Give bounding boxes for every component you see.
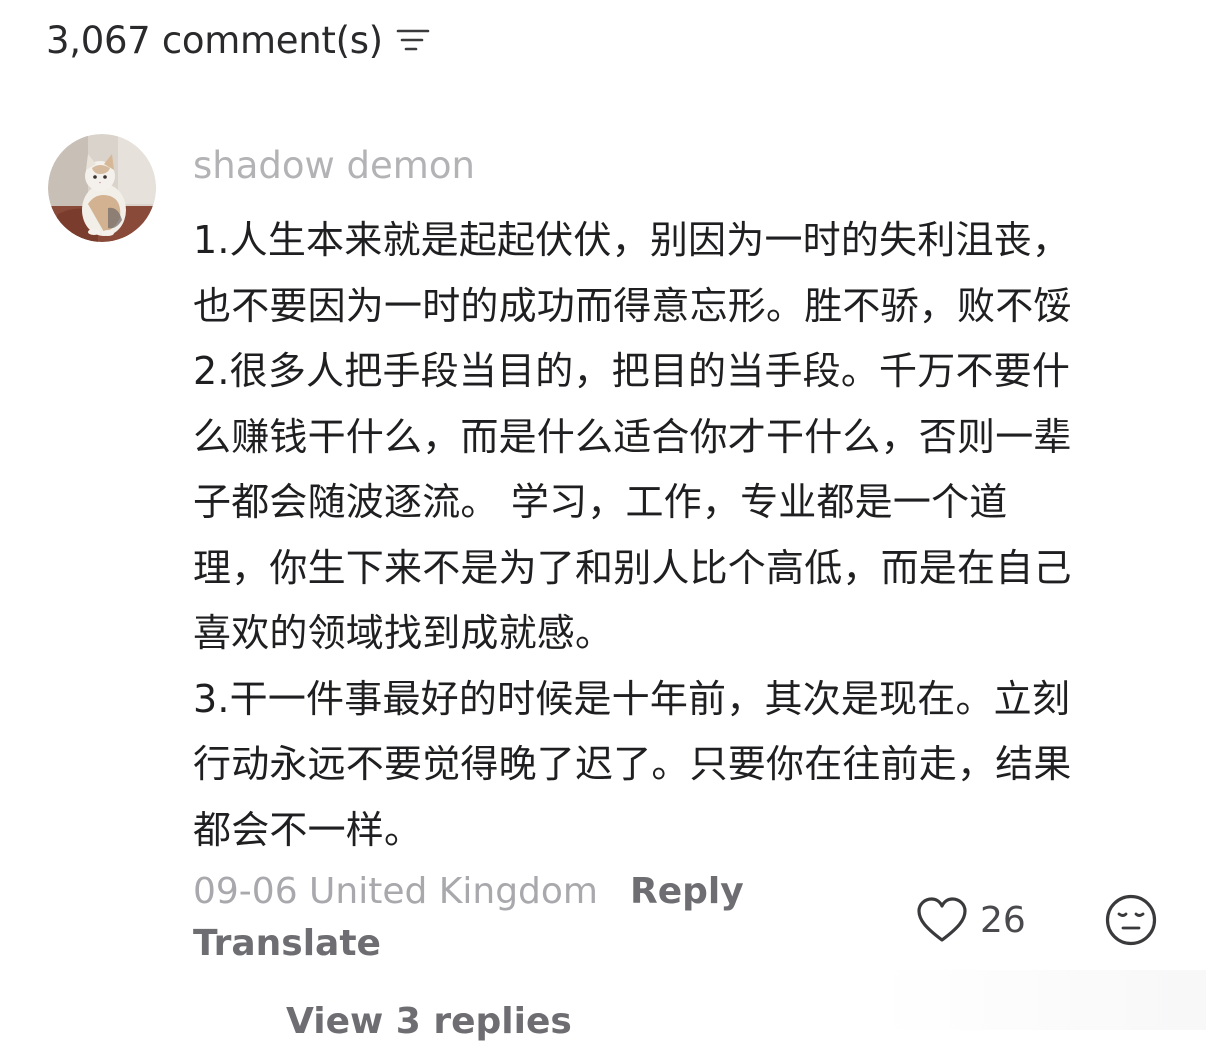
comment-meta: 09-06 United Kingdom Reply [193, 865, 744, 917]
comment-line: 2.很多人把手段当目的，把目的当手段。千万不要什 [193, 349, 1071, 393]
comment-text: 1.人生本来就是起起伏伏，别因为一时的失利沮丧， 也不要因为一时的成功而得意忘形… [193, 208, 1153, 863]
watermark-fade [880, 970, 1206, 1030]
comment-line: 理，你生下来不是为了和别人比个高低，而是在自己 [193, 545, 1072, 590]
view-replies-button[interactable]: View 3 replies [286, 996, 572, 1048]
comments-header: 3,067 comment(s) [46, 14, 431, 66]
meh-face-icon[interactable] [1104, 893, 1158, 947]
comment-date-location: 09-06 United Kingdom [193, 870, 598, 912]
comment-line: 1.人生本来就是起起伏伏，别因为一时的失利沮丧， [193, 218, 1071, 262]
like-button[interactable]: 26 [916, 892, 1026, 948]
comment-line: 子都会随波逐流。 学习，工作，专业都是一个道 [193, 480, 1008, 524]
comment: shadow demon 1.人生本来就是起起伏伏，别因为一时的失利沮丧， 也不… [193, 140, 1173, 863]
translate-button[interactable]: Translate [193, 918, 381, 970]
comment-line: 3.干一件事最好的时候是十年前，其次是现在。立刻 [193, 676, 1071, 721]
username[interactable]: shadow demon [193, 140, 1173, 192]
heart-icon[interactable] [916, 896, 968, 944]
comment-line: 行动永远不要觉得晚了迟了。只要你在往前走，结果 [193, 742, 1072, 786]
comment-line: 也不要因为一时的成功而得意忘形。胜不骄，败不馁 [193, 283, 1072, 328]
cat-avatar-icon [48, 134, 156, 242]
like-count: 26 [980, 899, 1026, 941]
comment-line: 么赚钱干什么，而是什么适合你才干什么，否则一辈 [193, 414, 1072, 459]
comment-line: 都会不一样。 [193, 807, 423, 852]
reply-button[interactable]: Reply [630, 871, 744, 912]
comment-line: 喜欢的领域找到成就感。 [193, 611, 614, 655]
comment-count: 3,067 comment(s) [46, 18, 383, 62]
sort-icon[interactable] [395, 25, 431, 55]
avatar[interactable] [48, 134, 156, 242]
